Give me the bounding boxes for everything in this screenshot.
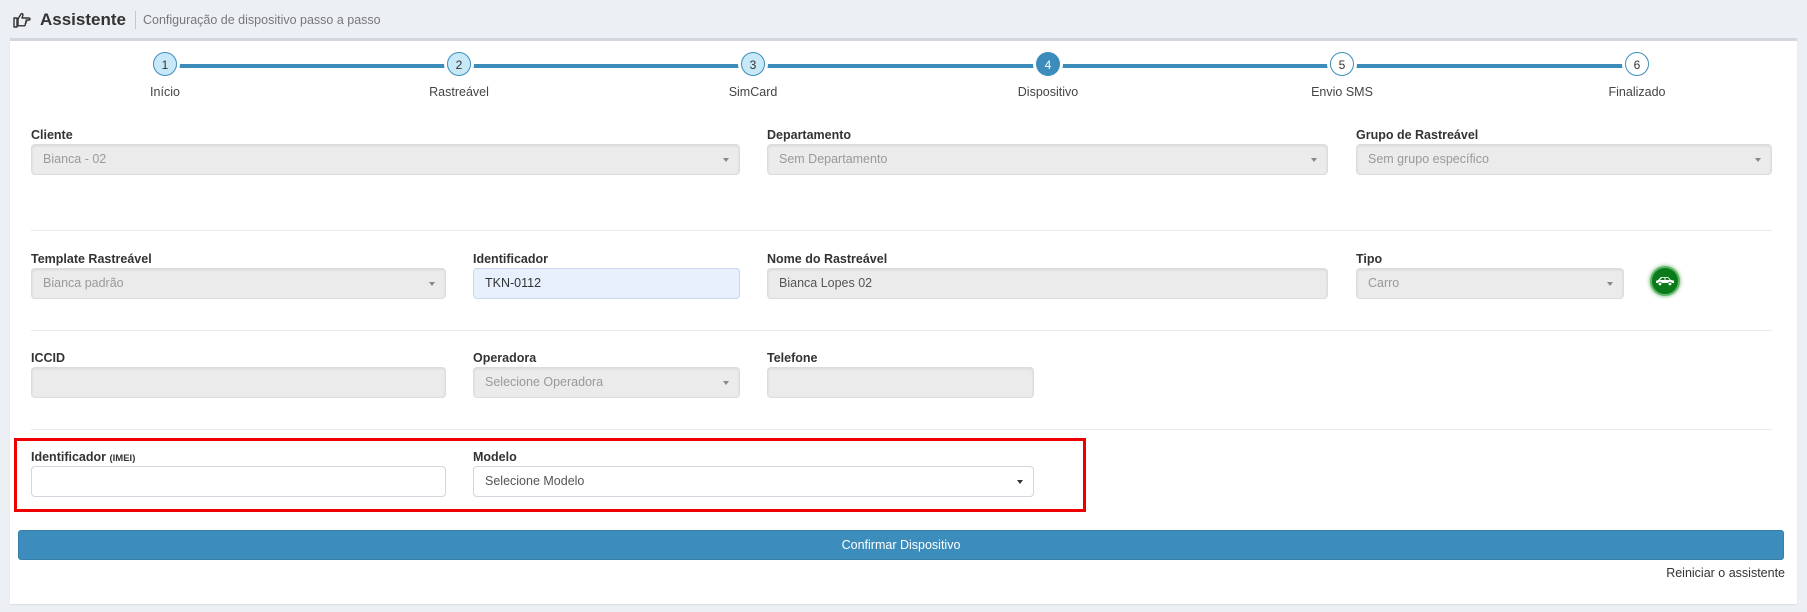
chevron-down-icon — [1607, 282, 1613, 286]
step-label: Envio SMS — [1311, 85, 1373, 99]
imei-label-suffix: (IMEI) — [109, 453, 136, 464]
step-number: 6 — [1625, 52, 1649, 76]
departamento-group: Departamento Sem Departamento — [767, 126, 1328, 175]
grupo-group: Grupo de Rastreável Sem grupo específico — [1356, 126, 1772, 175]
step-label: Início — [150, 85, 180, 99]
template-group: Template Rastreável Bianca padrão — [31, 250, 446, 299]
nome-group: Nome do Rastreável Bianca Lopes 02 — [767, 250, 1328, 299]
step-number: 4 — [1036, 52, 1060, 76]
restart-wizard-link[interactable]: Reiniciar o assistente — [1666, 566, 1785, 580]
chevron-down-icon — [723, 158, 729, 162]
tipo-label: Tipo — [1356, 252, 1383, 266]
header-divider — [134, 11, 136, 29]
step-label: Rastreável — [429, 85, 489, 99]
modelo-value: Selecione Modelo — [485, 474, 585, 488]
cliente-group: Cliente Bianca - 02 — [31, 126, 740, 175]
imei-label: Identificador (IMEI) — [31, 448, 446, 466]
step-finalizado[interactable]: 6 Finalizado — [1567, 52, 1707, 99]
template-value: Bianca padrão — [43, 276, 124, 290]
step-dispositivo[interactable]: 4 Dispositivo — [978, 52, 1118, 99]
confirm-device-button[interactable]: Confirmar Dispositivo — [18, 530, 1784, 560]
iccid-label: ICCID — [31, 351, 66, 365]
chevron-down-icon — [1311, 158, 1317, 162]
identificador-input[interactable]: TKN-0112 — [473, 268, 740, 299]
departamento-select[interactable]: Sem Departamento — [767, 144, 1328, 175]
iccid-input[interactable] — [31, 367, 446, 398]
chevron-down-icon — [1755, 158, 1761, 162]
step-envio-sms[interactable]: 5 Envio SMS — [1272, 52, 1412, 99]
departamento-label: Departamento — [767, 128, 852, 142]
nome-input[interactable]: Bianca Lopes 02 — [767, 268, 1328, 299]
telefone-group: Telefone — [767, 349, 1034, 398]
step-rastreavel[interactable]: 2 Rastreável — [389, 52, 529, 99]
page-subtitle: Configuração de dispositivo passo a pass… — [142, 13, 381, 27]
page-title: Assistente — [40, 10, 126, 29]
cliente-select[interactable]: Bianca - 02 — [31, 144, 740, 175]
section-divider — [31, 429, 1772, 430]
template-select[interactable]: Bianca padrão — [31, 268, 446, 299]
modelo-select[interactable]: Selecione Modelo — [473, 466, 1034, 497]
step-label: Finalizado — [1608, 85, 1666, 99]
cliente-label: Cliente — [31, 128, 73, 142]
hand-pointer-icon — [13, 12, 31, 28]
modelo-group: Modelo Selecione Modelo — [473, 448, 1034, 497]
step-number: 5 — [1330, 52, 1354, 76]
step-number: 1 — [153, 52, 177, 76]
iccid-group: ICCID — [31, 349, 446, 398]
grupo-value: Sem grupo específico — [1368, 152, 1489, 166]
identificador-label: Identificador — [473, 252, 549, 266]
step-label: SimCard — [728, 85, 778, 99]
grupo-label: Grupo de Rastreável — [1356, 128, 1479, 142]
operadora-select[interactable]: Selecione Operadora — [473, 367, 740, 398]
step-inicio[interactable]: 1 Início — [95, 52, 235, 99]
section-divider — [31, 230, 1772, 231]
grupo-select[interactable]: Sem grupo específico — [1356, 144, 1772, 175]
step-number: 3 — [741, 52, 765, 76]
tipo-select[interactable]: Carro — [1356, 268, 1624, 299]
nome-value: Bianca Lopes 02 — [779, 276, 873, 290]
departamento-value: Sem Departamento — [779, 152, 888, 166]
imei-input[interactable] — [31, 466, 446, 497]
step-number: 2 — [447, 52, 471, 76]
chevron-down-icon — [723, 381, 729, 385]
page-header: Assistente Configuração de dispositivo p… — [12, 8, 381, 32]
tipo-value: Carro — [1368, 276, 1400, 290]
telefone-input[interactable] — [767, 367, 1034, 398]
modelo-label: Modelo — [473, 450, 517, 464]
operadora-group: Operadora Selecione Operadora — [473, 349, 740, 398]
wizard-panel — [10, 38, 1797, 604]
chevron-down-icon — [429, 282, 435, 286]
operadora-label: Operadora — [473, 351, 537, 365]
imei-group: Identificador (IMEI) — [31, 448, 446, 497]
step-simcard[interactable]: 3 SimCard — [683, 52, 823, 99]
operadora-value: Selecione Operadora — [485, 375, 604, 389]
chevron-down-icon — [1017, 480, 1023, 484]
vehicle-type-button[interactable] — [1650, 266, 1680, 296]
cliente-value: Bianca - 02 — [43, 152, 107, 166]
telefone-label: Telefone — [767, 351, 818, 365]
imei-label-text: Identificador — [31, 450, 107, 464]
step-label: Dispositivo — [1017, 85, 1079, 99]
identificador-value: TKN-0112 — [485, 276, 542, 290]
nome-label: Nome do Rastreável — [767, 252, 888, 266]
template-label: Template Rastreável — [31, 252, 152, 266]
identificador-group: Identificador TKN-0112 — [473, 250, 740, 299]
section-divider — [31, 330, 1772, 331]
tipo-group: Tipo Carro — [1356, 250, 1624, 299]
car-icon — [1656, 277, 1674, 287]
